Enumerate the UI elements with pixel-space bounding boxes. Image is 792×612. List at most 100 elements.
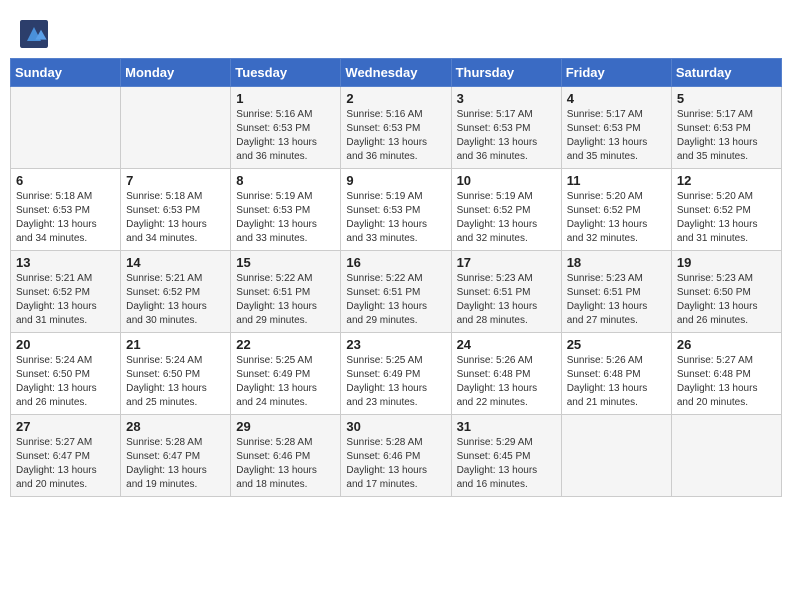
day-info: Sunrise: 5:27 AMSunset: 6:48 PMDaylight:… [677, 354, 776, 410]
day-number: 19 [677, 255, 776, 270]
day-info: Sunrise: 5:29 AMSunset: 6:45 PMDaylight:… [457, 436, 556, 492]
calendar-cell: 6 Sunrise: 5:18 AMSunset: 6:53 PMDaylight… [11, 169, 121, 251]
calendar-cell: 17 Sunrise: 5:23 AMSunset: 6:51 PMDayligh… [451, 251, 561, 333]
day-info: Sunrise: 5:25 AMSunset: 6:49 PMDaylight:… [346, 354, 445, 410]
calendar-cell: 3Sunrise: 5:17 AMSunset: 6:53 PMDaylight… [451, 87, 561, 169]
day-info: Sunrise: 5:26 AMSunset: 6:48 PMDaylight:… [567, 354, 666, 410]
calendar-cell [11, 87, 121, 169]
day-info: Sunrise: 5:28 AMSunset: 6:46 PMDaylight:… [346, 436, 445, 492]
day-info: Sunrise: 5:17 AMSunset: 6:53 PMDaylight:… [677, 108, 776, 164]
day-info: Sunrise: 5:19 AMSunset: 6:53 PMDaylight:… [346, 190, 445, 246]
weekday-header-tuesday: Tuesday [231, 59, 341, 87]
calendar-cell: 13 Sunrise: 5:21 AMSunset: 6:52 PMDayligh… [11, 251, 121, 333]
day-number: 23 [346, 337, 445, 352]
day-number: 30 [346, 419, 445, 434]
day-info: Sunrise: 5:18 AMSunset: 6:53 PMDaylight:… [16, 190, 115, 246]
day-info: Sunrise: 5:20 AMSunset: 6:52 PMDaylight:… [567, 190, 666, 246]
day-number: 20 [16, 337, 115, 352]
day-info: Sunrise: 5:24 AMSunset: 6:50 PMDaylight:… [16, 354, 115, 410]
calendar-cell [671, 415, 781, 497]
day-number: 27 [16, 419, 115, 434]
day-info: Sunrise: 5:23 AMSunset: 6:51 PMDaylight:… [567, 272, 666, 328]
calendar-cell: 16 Sunrise: 5:22 AMSunset: 6:51 PMDayligh… [341, 251, 451, 333]
calendar-cell: 28 Sunrise: 5:28 AMSunset: 6:47 PMDayligh… [121, 415, 231, 497]
calendar-cell: 11 Sunrise: 5:20 AMSunset: 6:52 PMDayligh… [561, 169, 671, 251]
calendar-cell: 25 Sunrise: 5:26 AMSunset: 6:48 PMDayligh… [561, 333, 671, 415]
day-number: 5 [677, 91, 776, 106]
day-info: Sunrise: 5:28 AMSunset: 6:47 PMDaylight:… [126, 436, 225, 492]
day-info: Sunrise: 5:18 AMSunset: 6:53 PMDaylight:… [126, 190, 225, 246]
day-number: 1 [236, 91, 335, 106]
day-number: 13 [16, 255, 115, 270]
day-info: Sunrise: 5:21 AMSunset: 6:52 PMDaylight:… [126, 272, 225, 328]
calendar-cell: 23 Sunrise: 5:25 AMSunset: 6:49 PMDayligh… [341, 333, 451, 415]
day-number: 12 [677, 173, 776, 188]
calendar-cell: 30 Sunrise: 5:28 AMSunset: 6:46 PMDayligh… [341, 415, 451, 497]
calendar-cell: 5 Sunrise: 5:17 AMSunset: 6:53 PMDaylight… [671, 87, 781, 169]
logo [20, 20, 50, 48]
week-row-4: 20 Sunrise: 5:24 AMSunset: 6:50 PMDayligh… [11, 333, 782, 415]
logo-icon [20, 20, 48, 48]
day-number: 11 [567, 173, 666, 188]
day-number: 16 [346, 255, 445, 270]
day-number: 4 [567, 91, 666, 106]
calendar-header: SundayMondayTuesdayWednesdayThursdayFrid… [11, 59, 782, 87]
day-number: 24 [457, 337, 556, 352]
day-number: 6 [16, 173, 115, 188]
calendar-cell: 4 Sunrise: 5:17 AMSunset: 6:53 PMDaylight… [561, 87, 671, 169]
day-number: 10 [457, 173, 556, 188]
calendar-cell: 18 Sunrise: 5:23 AMSunset: 6:51 PMDayligh… [561, 251, 671, 333]
day-info: Sunrise: 5:20 AMSunset: 6:52 PMDaylight:… [677, 190, 776, 246]
day-info: Sunrise: 5:22 AMSunset: 6:51 PMDaylight:… [236, 272, 335, 328]
weekday-header-monday: Monday [121, 59, 231, 87]
day-info: Sunrise: 5:22 AMSunset: 6:51 PMDaylight:… [346, 272, 445, 328]
day-info: Sunrise: 5:25 AMSunset: 6:49 PMDaylight:… [236, 354, 335, 410]
page-header [10, 10, 782, 53]
calendar-cell: 26 Sunrise: 5:27 AMSunset: 6:48 PMDayligh… [671, 333, 781, 415]
day-number: 9 [346, 173, 445, 188]
day-info: Sunrise: 5:21 AMSunset: 6:52 PMDaylight:… [16, 272, 115, 328]
day-info: Sunrise: 5:19 AMSunset: 6:52 PMDaylight:… [457, 190, 556, 246]
calendar-cell: 21Sunrise: 5:24 AMSunset: 6:50 PMDayligh… [121, 333, 231, 415]
day-number: 18 [567, 255, 666, 270]
day-info: Sunrise: 5:19 AMSunset: 6:53 PMDaylight:… [236, 190, 335, 246]
day-number: 28 [126, 419, 225, 434]
calendar-cell: 31Sunrise: 5:29 AMSunset: 6:45 PMDayligh… [451, 415, 561, 497]
calendar-cell: 2 Sunrise: 5:16 AMSunset: 6:53 PMDaylight… [341, 87, 451, 169]
calendar-cell: 19 Sunrise: 5:23 AMSunset: 6:50 PMDayligh… [671, 251, 781, 333]
day-number: 8 [236, 173, 335, 188]
day-info: Sunrise: 5:26 AMSunset: 6:48 PMDaylight:… [457, 354, 556, 410]
calendar-cell [561, 415, 671, 497]
calendar-cell: 22 Sunrise: 5:25 AMSunset: 6:49 PMDayligh… [231, 333, 341, 415]
day-number: 25 [567, 337, 666, 352]
weekday-header-thursday: Thursday [451, 59, 561, 87]
day-number: 22 [236, 337, 335, 352]
calendar-cell: 10 Sunrise: 5:19 AMSunset: 6:52 PMDayligh… [451, 169, 561, 251]
week-row-5: 27 Sunrise: 5:27 AMSunset: 6:47 PMDayligh… [11, 415, 782, 497]
day-number: 26 [677, 337, 776, 352]
week-row-1: 1 Sunrise: 5:16 AMSunset: 6:53 PMDaylight… [11, 87, 782, 169]
day-info: Sunrise: 5:16 AMSunset: 6:53 PMDaylight:… [346, 108, 445, 164]
day-number: 7 [126, 173, 225, 188]
calendar-cell: 27 Sunrise: 5:27 AMSunset: 6:47 PMDayligh… [11, 415, 121, 497]
calendar-cell: 8 Sunrise: 5:19 AMSunset: 6:53 PMDaylight… [231, 169, 341, 251]
calendar-cell: 29 Sunrise: 5:28 AMSunset: 6:46 PMDayligh… [231, 415, 341, 497]
day-info: Sunrise: 5:23 AMSunset: 6:50 PMDaylight:… [677, 272, 776, 328]
day-info: Sunrise: 5:28 AMSunset: 6:46 PMDaylight:… [236, 436, 335, 492]
day-number: 29 [236, 419, 335, 434]
day-info: Sunrise: 5:23 AMSunset: 6:51 PMDaylight:… [457, 272, 556, 328]
day-info: Sunrise: 5:27 AMSunset: 6:47 PMDaylight:… [16, 436, 115, 492]
weekday-header-friday: Friday [561, 59, 671, 87]
day-info: Sunrise: 5:16 AMSunset: 6:53 PMDaylight:… [236, 108, 335, 164]
calendar-cell: 20 Sunrise: 5:24 AMSunset: 6:50 PMDayligh… [11, 333, 121, 415]
day-number: 2 [346, 91, 445, 106]
calendar-cell: 14Sunrise: 5:21 AMSunset: 6:52 PMDayligh… [121, 251, 231, 333]
calendar-cell: 1 Sunrise: 5:16 AMSunset: 6:53 PMDaylight… [231, 87, 341, 169]
calendar-cell: 7 Sunrise: 5:18 AMSunset: 6:53 PMDaylight… [121, 169, 231, 251]
day-number: 15 [236, 255, 335, 270]
calendar-cell [121, 87, 231, 169]
day-info: Sunrise: 5:17 AMSunset: 6:53 PMDaylight:… [567, 108, 666, 164]
weekday-header-row: SundayMondayTuesdayWednesdayThursdayFrid… [11, 59, 782, 87]
day-number: 17 [457, 255, 556, 270]
calendar-cell: 12 Sunrise: 5:20 AMSunset: 6:52 PMDayligh… [671, 169, 781, 251]
